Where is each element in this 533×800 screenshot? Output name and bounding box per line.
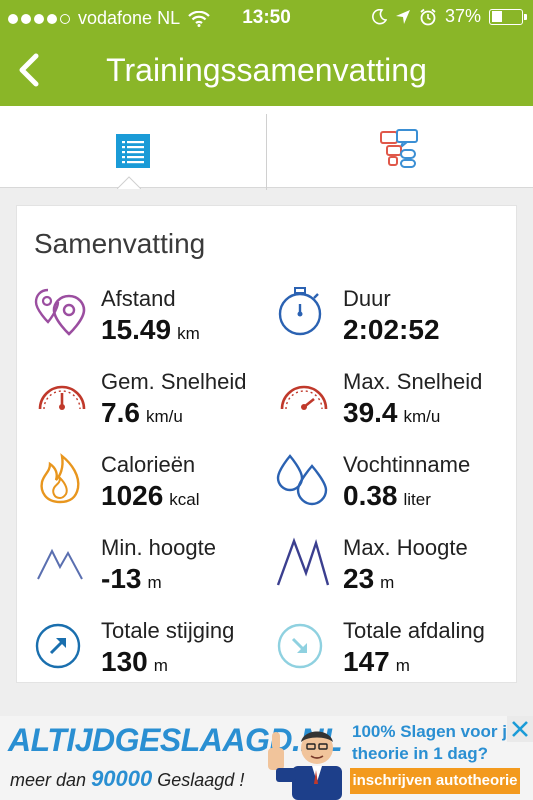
stat-avg-speed: Gem. Snelheid 7.6 km/u	[34, 369, 264, 439]
stat-max-altitude: Max. Hoogte 23 m	[276, 535, 506, 605]
stat-unit: liter	[403, 490, 431, 509]
stat-value: 15.49	[101, 314, 172, 345]
status-bar: vodafone NL 13:50 37%	[0, 0, 533, 36]
summary-title: Samenvatting	[34, 228, 206, 259]
stat-label: Max. Hoogte	[343, 535, 468, 560]
moon-icon	[372, 8, 387, 24]
nav-bar: Trainingssamenvatting	[0, 36, 533, 106]
stat-label: Vochtinname	[343, 452, 471, 477]
stat-value: 39.4	[343, 397, 398, 428]
page-title: Trainingssamenvatting	[106, 52, 427, 88]
stat-label: Calorieën	[101, 452, 196, 477]
stat-value: 0.38	[343, 480, 398, 511]
stat-hydration: Vochtinname 0.38 liter	[276, 452, 506, 522]
stat-total-descent: Totale afdaling 147 m	[276, 618, 506, 688]
descent-arrow-icon	[277, 623, 323, 669]
stat-distance: Afstand 15.49 km	[34, 286, 264, 356]
water-drops-icon	[276, 454, 328, 506]
stat-unit: km/u	[403, 407, 441, 426]
stat-label: Afstand	[101, 286, 176, 311]
stat-label: Duur	[343, 286, 391, 311]
battery-icon	[489, 8, 527, 25]
ad-tagline-number: 90000	[91, 766, 153, 791]
stat-unit: m	[380, 573, 395, 592]
ad-headline-2: theorie in 1 dag?	[352, 744, 489, 763]
stat-value: 23	[343, 563, 375, 594]
stat-value: -13	[101, 563, 142, 594]
stat-value: 147	[343, 646, 390, 677]
speedometer-max-icon	[280, 385, 328, 410]
stopwatch-icon	[278, 287, 322, 336]
stat-min-altitude: Min. hoogte -13 m	[34, 535, 264, 605]
stat-label: Totale afdaling	[343, 618, 485, 643]
ad-tagline-prefix: meer dan	[10, 770, 87, 790]
stat-label: Totale stijging	[101, 618, 235, 643]
stat-label: Max. Snelheid	[343, 369, 483, 394]
speedometer-icon	[38, 385, 86, 410]
stat-unit: km/u	[145, 407, 183, 426]
stat-calories: Calorieën 1026 kcal	[34, 452, 264, 522]
flame-icon	[40, 453, 80, 504]
stat-label: Gem. Snelheid	[101, 369, 247, 394]
stat-unit: kcal	[169, 490, 200, 509]
high-mountain-icon	[276, 537, 330, 586]
stat-total-ascent: Totale stijging 130 m	[34, 618, 264, 688]
stat-unit: km	[177, 324, 200, 343]
ad-tagline: meer dan 90000 Geslaagd !	[10, 766, 244, 792]
tab-bar	[0, 106, 533, 190]
stat-value: 7.6	[101, 397, 140, 428]
tab-comments[interactable]	[267, 106, 533, 188]
active-tab-indicator	[117, 176, 141, 189]
location-pins-icon	[34, 288, 86, 336]
stat-unit: m	[395, 656, 410, 675]
stat-value: 2:02:52	[343, 314, 440, 345]
location-arrow-icon	[395, 9, 410, 24]
stat-max-speed: Max. Snelheid 39.4 km/u	[276, 369, 506, 439]
thumbs-up-person-icon	[268, 731, 342, 800]
ad-close-icon[interactable]	[507, 716, 533, 742]
chat-icon	[380, 129, 418, 168]
battery-percent: 37%	[444, 6, 481, 26]
stat-unit: m	[153, 656, 168, 675]
summary-card: Samenvatting Afstand 15.49 km Duur 2:02:5…	[16, 205, 517, 683]
alarm-icon	[420, 8, 436, 25]
ad-tagline-suffix: Geslaagd !	[157, 770, 245, 790]
stat-value: 1026	[101, 480, 164, 511]
app-header: vodafone NL 13:50 37% Trainingssamenvatt…	[0, 0, 533, 106]
stat-duration: Duur 2:02:52	[276, 286, 506, 356]
stat-label: Min. hoogte	[101, 535, 216, 560]
list-icon	[116, 134, 150, 168]
stat-value: 130	[101, 646, 148, 677]
low-mountain-icon	[37, 548, 83, 580]
ad-headline-1: 100% Slagen voor je	[352, 722, 517, 741]
ad-banner[interactable]: ALTIJDGESLAAGD.NL meer dan 90000 Geslaag…	[0, 716, 533, 800]
ascent-arrow-icon	[35, 623, 81, 669]
tab-summary[interactable]	[0, 106, 266, 189]
ad-cta-button[interactable]: inschrijven autotheorie	[350, 768, 520, 794]
stat-unit: m	[147, 573, 162, 592]
